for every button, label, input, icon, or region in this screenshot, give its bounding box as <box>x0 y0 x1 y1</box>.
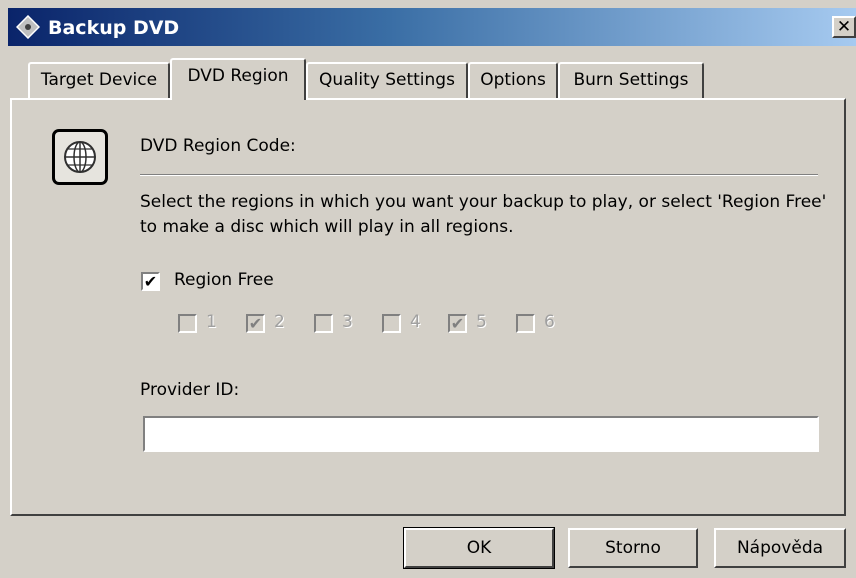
tab-burn-settings[interactable]: Burn Settings <box>558 62 704 98</box>
region-description: Select the regions in which you want you… <box>140 192 827 237</box>
region-6-label: 6 <box>544 312 555 332</box>
tab-dvd-region[interactable]: DVD Region <box>170 58 306 100</box>
globe-icon-frame <box>52 129 108 185</box>
help-button[interactable]: Nápověda <box>714 528 846 568</box>
region-5-checkbox[interactable]: ✔ <box>448 314 467 333</box>
globe-icon <box>64 141 96 173</box>
check-icon: ✔ <box>143 272 158 291</box>
ok-label: OK <box>466 538 492 558</box>
provider-id-input[interactable] <box>143 416 819 452</box>
region-3-checkbox[interactable] <box>314 314 333 333</box>
window-title: Backup DVD <box>48 17 180 39</box>
tab-label: Options <box>480 70 546 90</box>
check-icon: ✔ <box>248 314 263 333</box>
tab-options[interactable]: Options <box>468 62 558 98</box>
region-4-label: 4 <box>410 312 421 332</box>
region-2-checkbox[interactable]: ✔ <box>246 314 265 333</box>
region-4-checkbox[interactable] <box>382 314 401 333</box>
ok-button[interactable]: OK <box>403 527 555 569</box>
cancel-label: Storno <box>605 538 661 558</box>
tab-label: DVD Region <box>187 66 289 86</box>
tab-label: Quality Settings <box>319 70 455 90</box>
region-6-checkbox[interactable] <box>516 314 535 333</box>
region-1-checkbox[interactable] <box>178 314 197 333</box>
region-5-label: 5 <box>476 312 487 332</box>
help-label: Nápověda <box>736 538 824 558</box>
region-free-checkbox[interactable]: ✔ <box>141 272 160 291</box>
close-icon: ✕ <box>836 17 852 37</box>
tab-quality-settings[interactable]: Quality Settings <box>306 62 468 98</box>
tab-target-device[interactable]: Target Device <box>28 62 170 98</box>
divider <box>140 174 818 176</box>
close-button[interactable]: ✕ <box>832 16 856 38</box>
region-2-label: 2 <box>274 312 285 332</box>
check-icon: ✔ <box>450 314 465 333</box>
region-3-label: 3 <box>342 312 353 332</box>
tab-label: Burn Settings <box>573 70 689 90</box>
cancel-button[interactable]: Storno <box>568 528 698 568</box>
region-1-label: 1 <box>206 312 217 332</box>
title-bar: Backup DVD ✕ <box>8 8 856 46</box>
provider-id-label: Provider ID: <box>140 380 240 400</box>
tab-label: Target Device <box>40 70 158 90</box>
tab-panel <box>10 98 846 516</box>
dvd-disc-icon <box>16 15 40 39</box>
region-code-heading: DVD Region Code: <box>140 136 296 156</box>
region-free-label: Region Free <box>174 270 274 290</box>
